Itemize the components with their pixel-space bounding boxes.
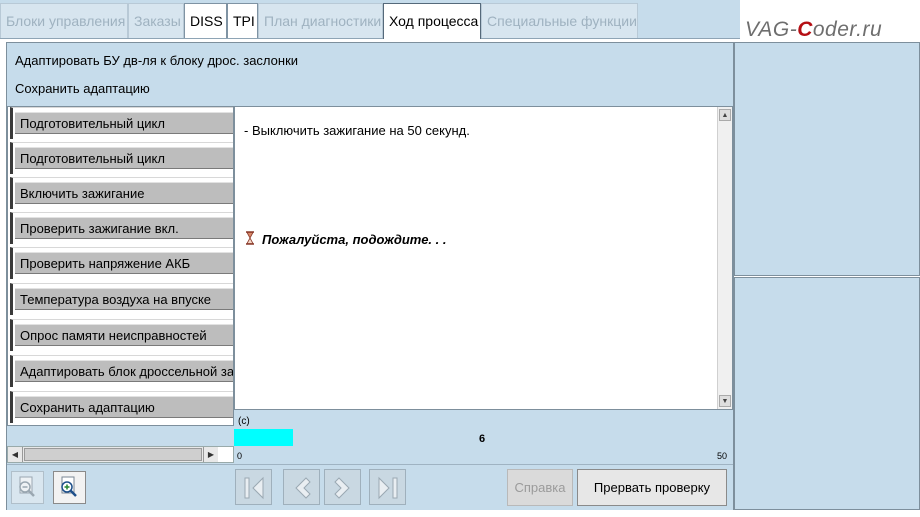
zoom-in-button[interactable] — [53, 471, 86, 504]
zoom-out-icon — [19, 476, 35, 497]
wait-message: Пожалуйста, подождите. . . — [262, 232, 447, 247]
zoom-in-icon — [61, 476, 77, 497]
step-item[interactable]: Адаптировать блок дроссельной заслонки — [10, 355, 233, 387]
tab-diss[interactable]: DISS — [184, 3, 227, 38]
message-vertical-scrollbar[interactable]: ▲ ▼ — [717, 107, 732, 409]
step-list: Подготовительный цикл Подготовительный ц… — [7, 106, 234, 426]
hourglass-icon — [246, 231, 254, 245]
scroll-right-icon[interactable]: ▶ — [203, 447, 218, 462]
scrollbar-corner — [218, 447, 233, 462]
step-label: Опрос памяти неисправностей — [15, 324, 233, 346]
tab-diagnostic-plan[interactable]: План диагностики — [258, 3, 383, 38]
chevron-right-icon — [334, 477, 350, 499]
right-panel-top — [734, 42, 920, 276]
procedure-title: Адаптировать БУ дв-ля к блоку дрос. засл… — [15, 53, 299, 68]
skip-last-icon — [378, 476, 398, 500]
bottom-toolbar: Справка Прервать проверку — [7, 464, 733, 510]
step-label: Сохранить адаптацию — [15, 396, 233, 418]
next-step-button[interactable] — [324, 469, 361, 505]
progress-max: 50 — [716, 451, 727, 461]
message-panel: - Выключить зажигание на 50 секунд. Пожа… — [234, 106, 733, 410]
step-item[interactable]: Сохранить адаптацию — [10, 391, 233, 423]
first-step-button[interactable] — [235, 469, 272, 505]
tab-process[interactable]: Ход процесса — [383, 3, 481, 39]
main-panel: Адаптировать БУ дв-ля к блоку дрос. засл… — [6, 42, 734, 510]
tab-tpi[interactable]: TPI — [227, 3, 258, 38]
step-item[interactable]: Опрос памяти неисправностей — [10, 319, 233, 351]
skip-first-icon — [244, 476, 264, 500]
step-label: Подготовительный цикл — [15, 147, 233, 169]
progress-value: 6 — [479, 433, 486, 445]
step-label: Подготовительный цикл — [15, 112, 233, 134]
step-item[interactable]: Включить зажигание — [10, 177, 233, 209]
step-label: Включить зажигание — [15, 182, 233, 204]
scroll-up-icon[interactable]: ▲ — [719, 109, 731, 121]
last-step-button[interactable] — [369, 469, 406, 505]
scroll-thumb[interactable] — [24, 448, 202, 461]
chevron-left-icon — [295, 477, 311, 499]
logo: VAG-Coder.ru — [740, 0, 920, 44]
step-item[interactable]: Подготовительный цикл — [10, 142, 233, 174]
progress-area: (c) 6 0 50 — [234, 411, 733, 463]
procedure-header: Адаптировать БУ дв-ля к блоку дрос. засл… — [7, 43, 733, 105]
progress-label: (c) — [238, 416, 250, 427]
abort-test-button[interactable]: Прервать проверку — [577, 469, 727, 506]
step-list-horizontal-scrollbar[interactable]: ◀ ▶ — [7, 446, 234, 463]
step-label: Адаптировать блок дроссельной заслонки — [15, 360, 233, 382]
step-label: Проверить напряжение АКБ — [15, 252, 233, 274]
step-item[interactable]: Температура воздуха на впуске — [10, 283, 233, 315]
tab-bar: Блоки управления Заказы DISS TPI План ди… — [0, 0, 740, 39]
logo-text: VAG-Coder.ru — [745, 18, 883, 41]
procedure-subtitle: Сохранить адаптацию — [15, 81, 150, 96]
help-button[interactable]: Справка — [507, 469, 573, 506]
step-item[interactable]: Подготовительный цикл — [10, 107, 233, 139]
previous-step-button[interactable] — [283, 469, 320, 505]
progress-min: 0 — [237, 451, 243, 461]
tab-control-units[interactable]: Блоки управления — [0, 3, 128, 38]
scroll-left-icon[interactable]: ◀ — [8, 447, 23, 462]
step-item[interactable]: Проверить напряжение АКБ — [10, 247, 233, 279]
tab-orders[interactable]: Заказы — [128, 3, 184, 38]
step-item[interactable]: Проверить зажигание вкл. — [10, 212, 233, 244]
progress-bar-fill — [234, 429, 293, 446]
step-label: Проверить зажигание вкл. — [15, 217, 233, 239]
instruction-text: - Выключить зажигание на 50 секунд. — [244, 123, 470, 138]
zoom-out-button[interactable] — [11, 471, 44, 504]
right-panel-bottom — [734, 277, 920, 510]
step-label: Температура воздуха на впуске — [15, 288, 233, 310]
tab-special-functions[interactable]: Специальные функции — [481, 3, 638, 38]
scroll-down-icon[interactable]: ▼ — [719, 395, 731, 407]
